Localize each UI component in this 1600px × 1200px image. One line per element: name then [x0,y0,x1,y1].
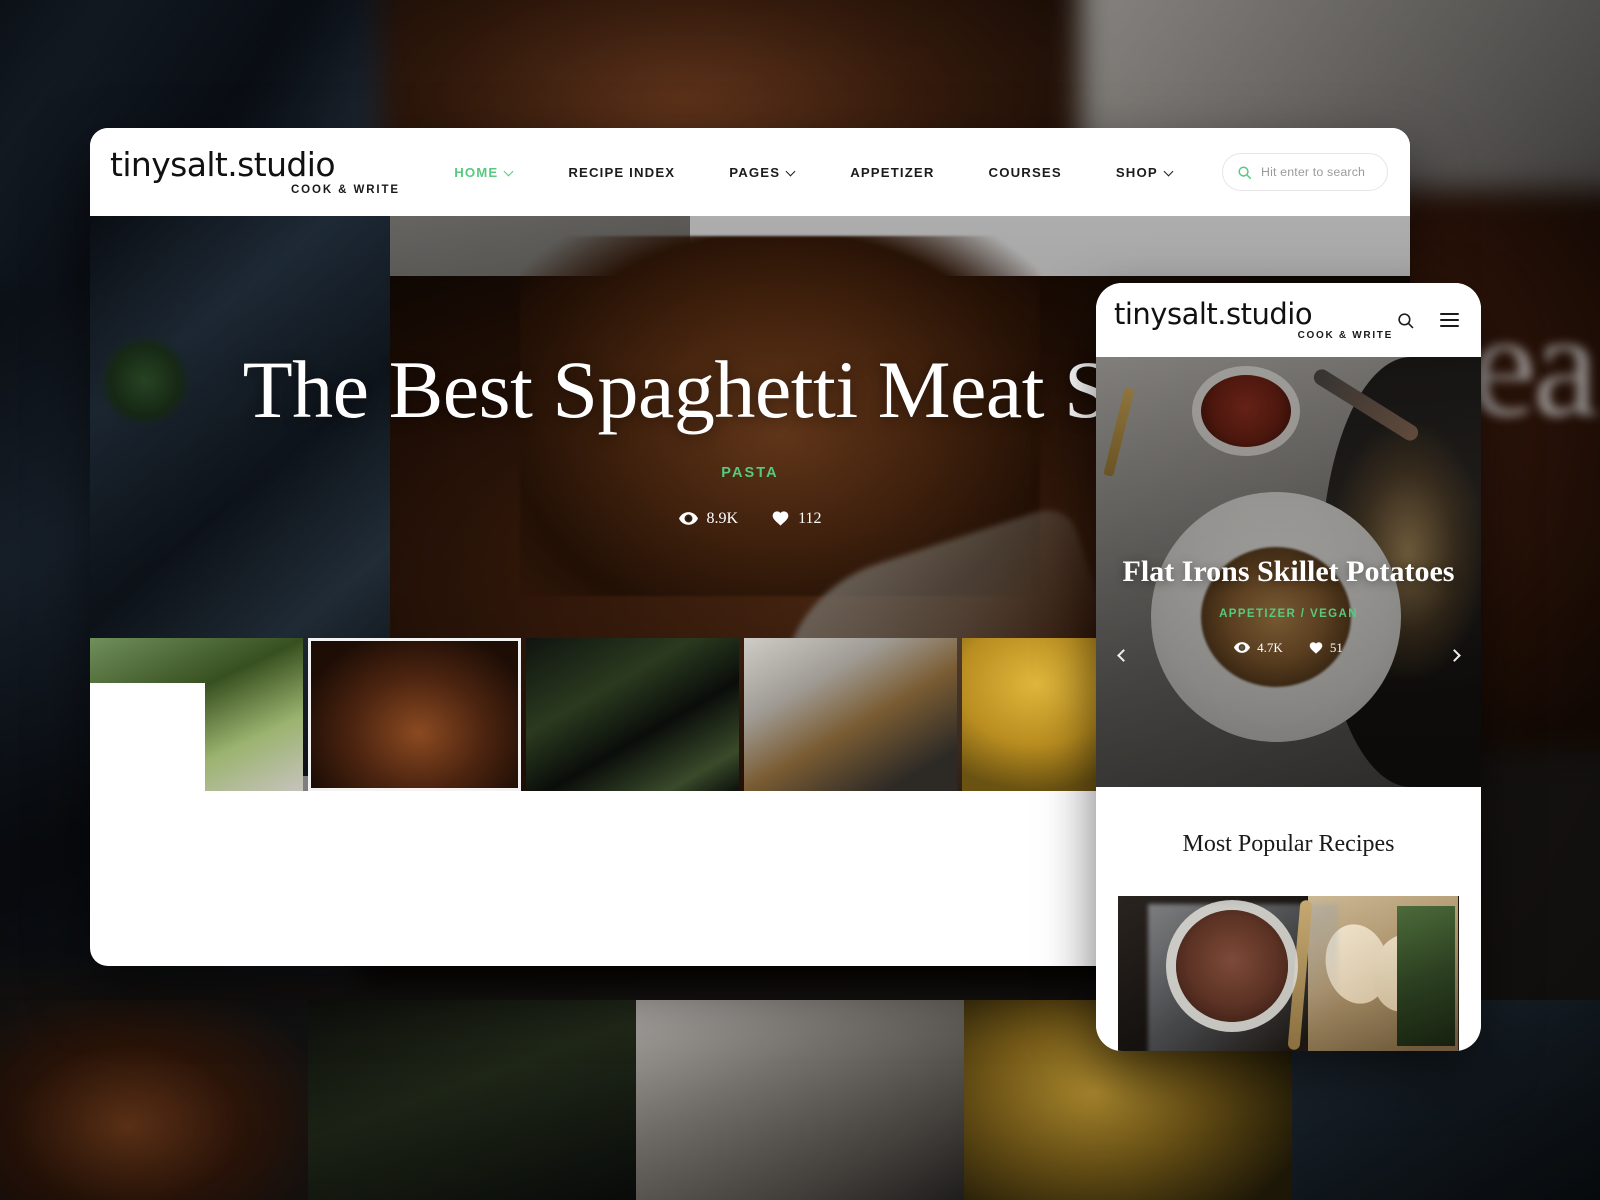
eye-icon [1234,642,1251,654]
nav-label-courses: COURSES [988,164,1062,180]
mobile-logo[interactable]: tinysalt.studio COOK & WRITE [1114,297,1397,341]
mobile-logo-tagline: COOK & WRITE [1297,329,1393,341]
site-logo[interactable]: tinysalt.studio COOK & WRITE [106,148,406,196]
mobile-recipe-card-image[interactable] [1118,896,1459,1051]
eye-icon [678,512,698,525]
hamburger-bar [1440,325,1459,327]
nav-label-appetizer: APPETIZER [850,164,935,180]
mobile-views-stat: 4.7K [1234,640,1283,656]
thumbnail-item[interactable] [526,638,739,791]
carousel-next-button[interactable] [1441,642,1467,668]
chevron-right-icon [1447,648,1461,662]
mobile-popular-section: Most Popular Recipes [1096,787,1481,1051]
nav-label-home: HOME [454,164,499,180]
chevron-down-icon [505,168,514,177]
mobile-hero-stats: 4.7K 51 [1122,640,1455,656]
carousel-prev-button[interactable] [1110,642,1136,668]
site-header: tinysalt.studio COOK & WRITE HOME RECIPE… [90,128,1410,216]
hero-likes-stat[interactable]: 112 [772,510,821,528]
heart-icon [772,511,789,526]
nav-item-appetizer[interactable]: APPETIZER [823,155,961,190]
logo-text: tinysalt.studio [110,145,336,185]
thumbnail-item[interactable] [308,638,521,791]
mobile-preview-card: tinysalt.studio COOK & WRITE Flat Irons [1096,283,1481,1051]
search-placeholder: Hit enter to search [1261,165,1366,179]
main-navigation: HOME RECIPE INDEX PAGES APPETIZER COURSE… [406,155,1222,190]
nav-item-recipe-index[interactable]: RECIPE INDEX [541,155,702,190]
hero-likes-count: 112 [798,509,822,527]
heart-icon [1309,642,1323,654]
card-green-herbs [1397,906,1455,1046]
mobile-likes-count: 51 [1329,639,1343,655]
chevron-down-icon [787,168,796,177]
mobile-views-count: 4.7K [1257,639,1283,655]
mobile-header-actions [1397,312,1459,329]
nav-item-shop[interactable]: SHOP [1089,155,1201,190]
nav-label-recipe-index: RECIPE INDEX [568,164,676,180]
search-icon [1238,165,1252,179]
hamburger-bar [1440,313,1459,315]
card-chocolate-bowl [1176,910,1288,1022]
hero-views-count: 8.9K [706,509,739,527]
mobile-logo-text: tinysalt.studio [1114,297,1313,332]
mobile-section-title: Most Popular Recipes [1182,831,1395,857]
hamburger-bar [1440,319,1459,321]
mobile-hero-slider: Flat Irons Skillet Potatoes APPETIZER / … [1096,357,1481,787]
nav-item-home[interactable]: HOME [427,155,541,190]
nav-label-pages: PAGES [729,164,781,180]
chevron-down-icon [1165,168,1174,177]
nav-label-shop: SHOP [1115,164,1158,180]
chevron-left-icon [1116,648,1130,662]
nav-item-pages[interactable]: PAGES [702,155,823,190]
thumbnail-item[interactable] [744,638,957,791]
hamburger-icon[interactable] [1440,313,1459,327]
nav-item-courses[interactable]: COURSES [962,155,1089,190]
mobile-hero-content: Flat Irons Skillet Potatoes APPETIZER / … [1096,555,1481,656]
logo-tagline: COOK & WRITE [290,183,400,196]
hero-views-stat: 8.9K [678,509,739,528]
mobile-hero-title: Flat Irons Skillet Potatoes [1122,555,1455,588]
search-icon[interactable] [1397,312,1414,329]
mobile-header: tinysalt.studio COOK & WRITE [1096,283,1481,357]
mobile-likes-stat[interactable]: 51 [1309,640,1343,656]
mobile-hero-category[interactable]: APPETIZER / VEGAN [1122,608,1455,620]
search-input[interactable]: Hit enter to search [1222,153,1388,191]
